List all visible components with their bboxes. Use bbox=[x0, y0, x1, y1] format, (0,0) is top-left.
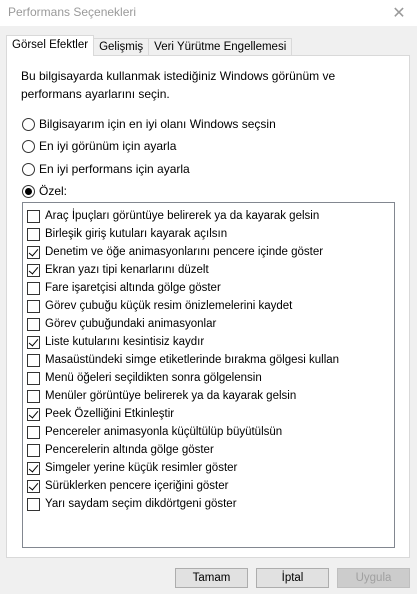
radio-let-windows-choose[interactable]: Bilgisayarım için en iyi olanı Windows s… bbox=[22, 116, 276, 132]
radio-label: Bilgisayarım için en iyi olanı Windows s… bbox=[39, 117, 276, 131]
list-item[interactable]: Yarı saydam seçim dikdörtgeni göster bbox=[27, 495, 237, 513]
checkbox[interactable] bbox=[27, 299, 40, 313]
effect-label: Sürüklerken pencere içeriğini göster bbox=[45, 480, 229, 492]
radio-label: En iyi performans için ayarla bbox=[39, 162, 190, 176]
checkbox[interactable] bbox=[27, 245, 40, 259]
list-item[interactable]: Menü öğeleri seçildikten sonra gölgelens… bbox=[27, 369, 262, 387]
effect-label: Ekran yazı tipi kenarlarını düzelt bbox=[45, 264, 209, 276]
list-item[interactable]: Pencereler animasyonla küçültülüp büyütü… bbox=[27, 423, 282, 441]
effects-listbox[interactable]: Araç İpuçları görüntüye belirerek ya da … bbox=[22, 202, 395, 548]
list-item[interactable]: Görev çubuğundaki animasyonlar bbox=[27, 315, 216, 333]
intro-text: Bu bilgisayarda kullanmak istediğiniz Wi… bbox=[21, 69, 336, 101]
radio-button[interactable] bbox=[22, 162, 35, 176]
checkbox[interactable] bbox=[27, 335, 40, 349]
checkbox[interactable] bbox=[27, 479, 40, 493]
list-item[interactable]: Masaüstündeki simge etiketlerinde bırakm… bbox=[27, 351, 339, 369]
tab-visual-effects[interactable]: Görsel Efektler bbox=[6, 35, 95, 56]
list-item[interactable]: Liste kutularını kesintisiz kaydır bbox=[27, 333, 204, 351]
radio-label: Özel: bbox=[39, 184, 68, 198]
effect-label: Pencerelerin altında gölge göster bbox=[45, 444, 214, 456]
list-item[interactable]: Sürüklerken pencere içeriğini göster bbox=[27, 477, 228, 495]
effect-label: Peek Özelliğini Etkinleştir bbox=[45, 408, 175, 420]
effect-label: Yarı saydam seçim dikdörtgeni göster bbox=[45, 498, 237, 510]
effect-label: Pencereler animasyonla küçültülüp büyütü… bbox=[45, 426, 283, 438]
list-item[interactable]: Peek Özelliğini Etkinleştir bbox=[27, 405, 174, 423]
radio-custom[interactable]: Özel: bbox=[22, 183, 67, 199]
checkbox[interactable] bbox=[27, 263, 40, 277]
radio-button[interactable] bbox=[22, 184, 35, 198]
window-title: Performans Seçenekleri bbox=[8, 5, 137, 19]
list-item[interactable]: Ekran yazı tipi kenarlarını düzelt bbox=[27, 261, 209, 279]
list-item[interactable]: Pencerelerin altında gölge göster bbox=[27, 441, 214, 459]
cancel-button[interactable]: İptal bbox=[256, 568, 329, 588]
list-item[interactable]: Birleşik giriş kutuları kayarak açılsın bbox=[27, 225, 227, 243]
radio-label: En iyi görünüm için ayarla bbox=[39, 139, 177, 153]
checkbox[interactable] bbox=[27, 209, 40, 223]
list-item[interactable]: Araç İpuçları görüntüye belirerek ya da … bbox=[27, 207, 319, 225]
checkbox[interactable] bbox=[27, 281, 40, 295]
effect-label: Denetim ve öğe animasyonlarını pencere i… bbox=[45, 246, 324, 258]
ok-button[interactable]: Tamam bbox=[175, 568, 248, 588]
radio-button[interactable] bbox=[22, 117, 35, 131]
close-icon[interactable]: ✕ bbox=[381, 0, 417, 26]
title-bar: Performans Seçenekleri ✕ bbox=[0, 0, 417, 26]
effect-label: Birleşik giriş kutuları kayarak açılsın bbox=[45, 228, 228, 240]
checkbox[interactable] bbox=[27, 353, 40, 367]
effect-label: Masaüstündeki simge etiketlerinde bırakm… bbox=[45, 354, 340, 366]
effect-label: Menüler görüntüye belirerek ya da kayara… bbox=[45, 390, 297, 402]
tab-strip: Görsel Efektler Gelişmiş Veri Yürütme En… bbox=[6, 35, 293, 56]
checkbox[interactable] bbox=[27, 461, 40, 475]
list-item[interactable]: Simgeler yerine küçük resimler göster bbox=[27, 459, 237, 477]
effect-label: Araç İpuçları görüntüye belirerek ya da … bbox=[45, 210, 320, 222]
checkbox[interactable] bbox=[27, 407, 40, 421]
effect-label: Menü öğeleri seçildikten sonra gölgelens… bbox=[45, 372, 262, 384]
tab-panel: Bu bilgisayarda kullanmak istediğiniz Wi… bbox=[6, 55, 410, 558]
list-item[interactable]: Fare işaretçisi altında gölge göster bbox=[27, 279, 221, 297]
checkbox[interactable] bbox=[27, 389, 40, 403]
tab-data-execution-prevention[interactable]: Veri Yürütme Engellemesi bbox=[148, 38, 293, 56]
checkbox[interactable] bbox=[27, 443, 40, 457]
list-item[interactable]: Denetim ve öğe animasyonlarını pencere i… bbox=[27, 243, 323, 261]
tab-advanced[interactable]: Gelişmiş bbox=[93, 38, 150, 56]
effect-label: Fare işaretçisi altında gölge göster bbox=[45, 282, 221, 294]
effect-label: Liste kutularını kesintisiz kaydır bbox=[45, 336, 205, 348]
checkbox[interactable] bbox=[27, 371, 40, 385]
checkbox[interactable] bbox=[27, 497, 40, 511]
checkbox[interactable] bbox=[27, 227, 40, 241]
checkbox[interactable] bbox=[27, 425, 40, 439]
radio-best-appearance[interactable]: En iyi görünüm için ayarla bbox=[22, 138, 176, 154]
effect-label: Simgeler yerine küçük resimler göster bbox=[45, 462, 238, 474]
radio-button[interactable] bbox=[22, 139, 35, 153]
apply-button[interactable]: Uygula bbox=[337, 568, 410, 588]
list-item[interactable]: Menüler görüntüye belirerek ya da kayara… bbox=[27, 387, 296, 405]
list-item[interactable]: Görev çubuğu küçük resim önizlemelerini … bbox=[27, 297, 292, 315]
radio-best-performance[interactable]: En iyi performans için ayarla bbox=[22, 161, 190, 177]
checkbox[interactable] bbox=[27, 317, 40, 331]
effect-label: Görev çubuğundaki animasyonlar bbox=[45, 318, 217, 330]
effect-label: Görev çubuğu küçük resim önizlemelerini … bbox=[45, 300, 293, 312]
